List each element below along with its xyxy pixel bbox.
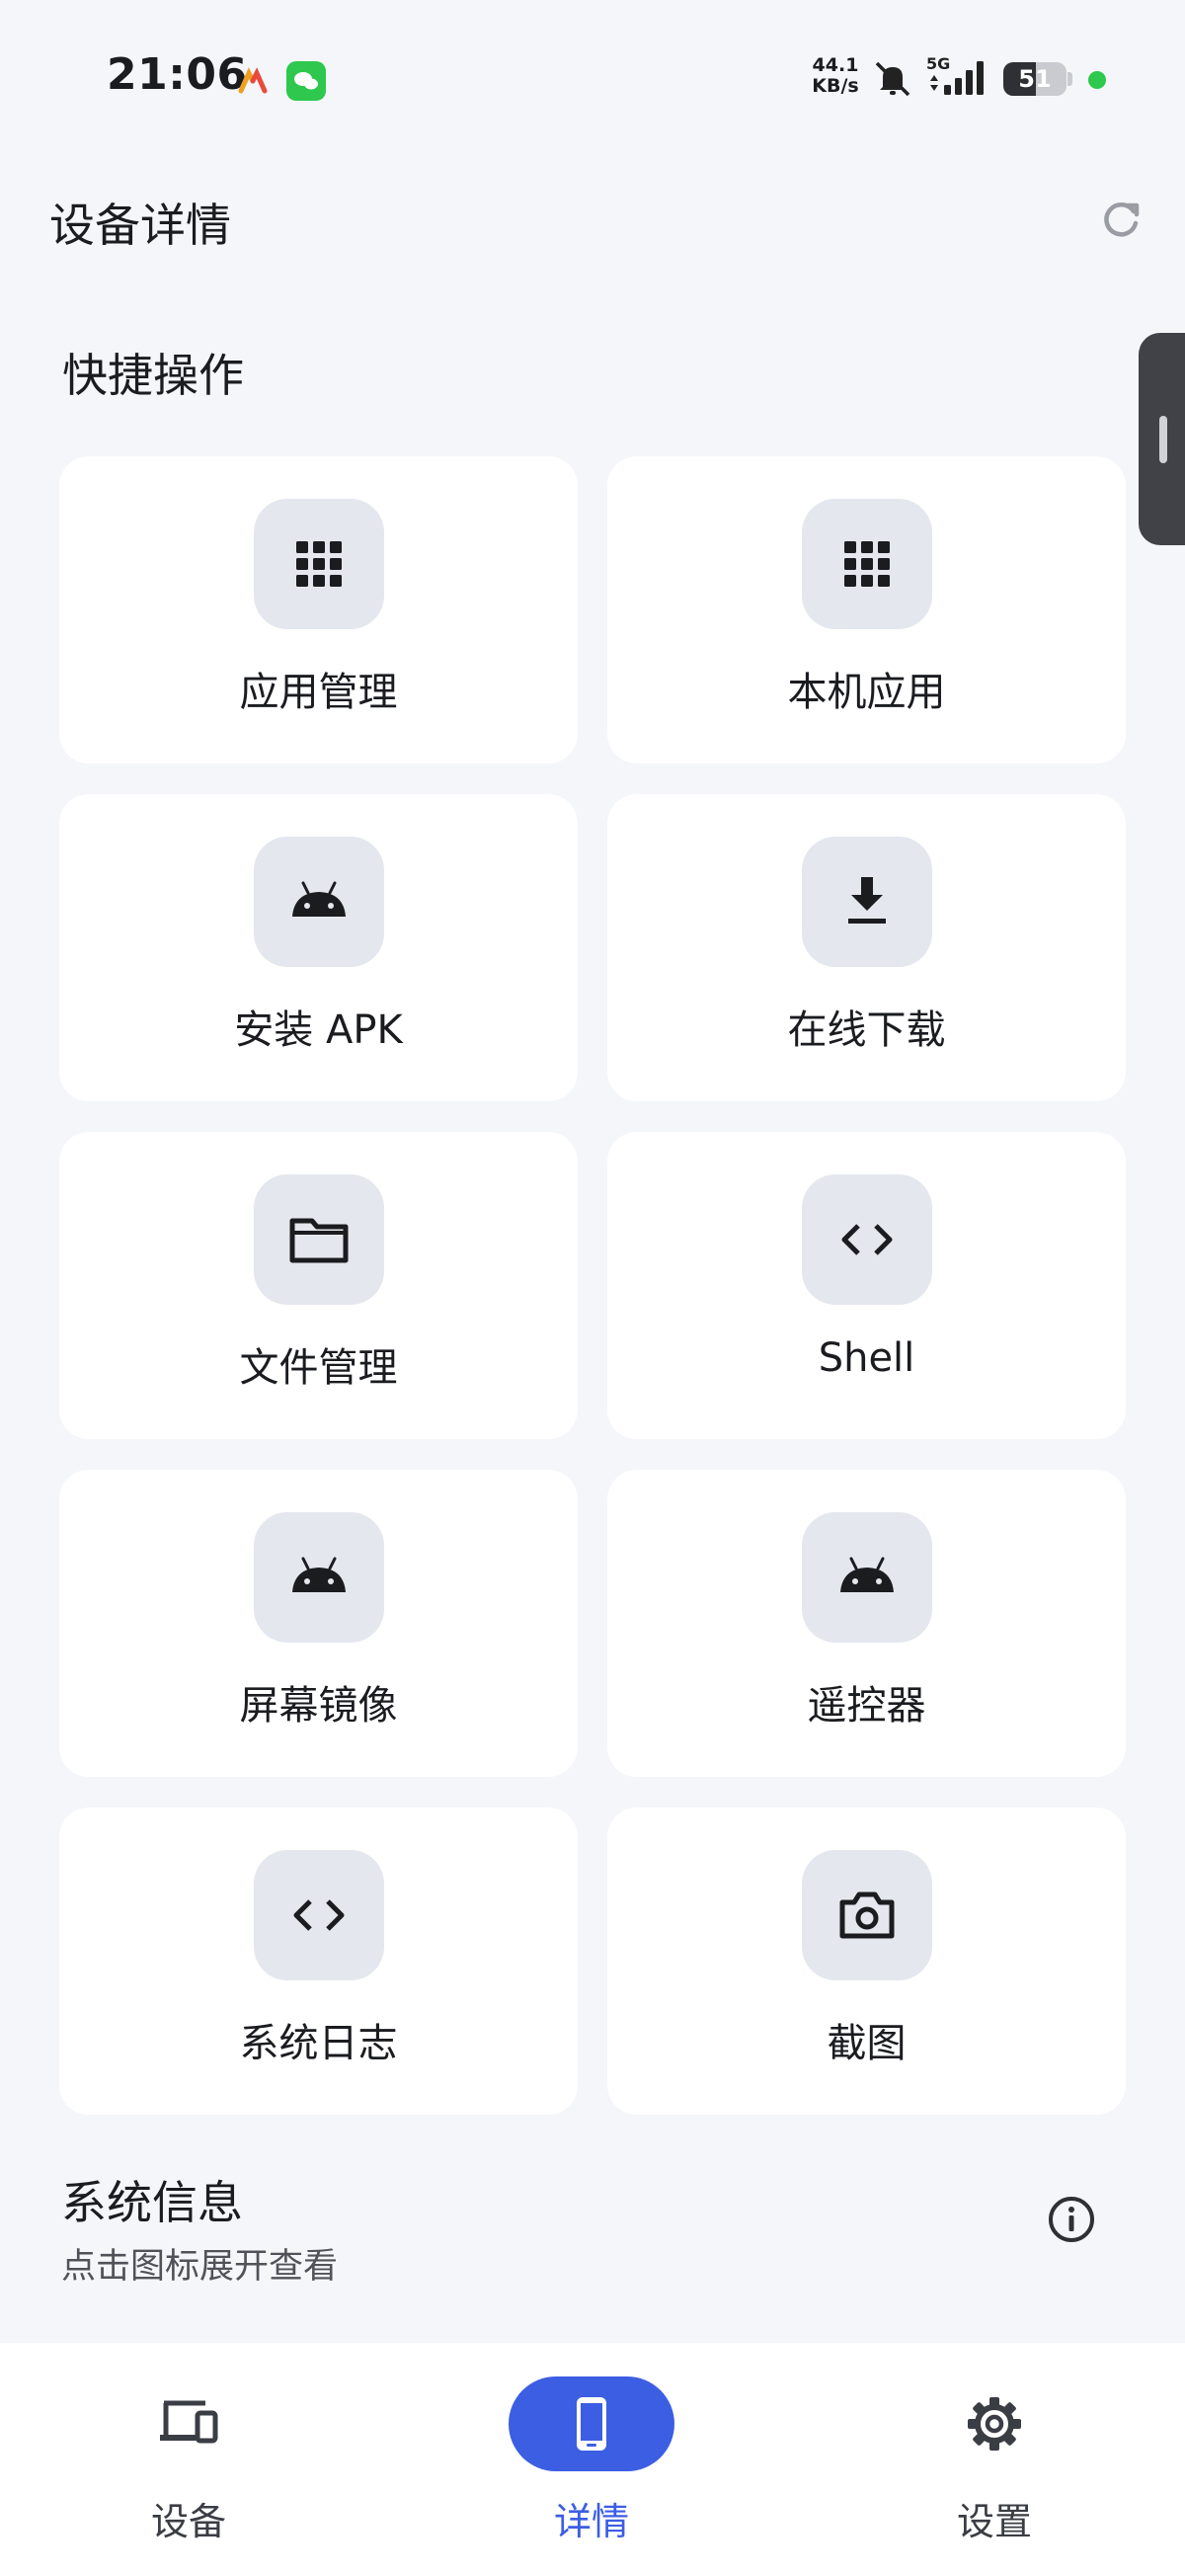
phone-icon [577, 2397, 606, 2451]
action-system-log[interactable]: 系统日志 [59, 1808, 578, 2115]
android-icon [292, 1557, 346, 1592]
page-title: 设备详情 [49, 199, 231, 252]
status-bar: 21:06 44.1 KB/s 5G 51 [0, 0, 1185, 158]
action-label: 屏幕镜像 [239, 1683, 398, 1729]
action-file-manage[interactable]: 文件管理 [59, 1132, 578, 1439]
camera-icon [839, 1892, 895, 1939]
wechat-icon [286, 61, 326, 101]
action-label: 在线下载 [787, 1007, 946, 1053]
android-icon [840, 1557, 894, 1592]
action-label: 本机应用 [787, 670, 946, 715]
action-app-manage[interactable]: 应用管理 [59, 456, 578, 764]
refresh-icon[interactable] [1098, 198, 1144, 243]
nav-item-devices[interactable]: 设备 [40, 2343, 337, 2576]
net-speed: 44.1 KB/s [808, 55, 863, 97]
net-speed-value: 44.1 [812, 54, 859, 76]
nav-label: 设置 [956, 2500, 1032, 2543]
side-drawer-handle[interactable] [1139, 333, 1185, 545]
nav-label: 设备 [150, 2500, 226, 2543]
devices-icon [160, 2400, 218, 2444]
nav-label: 详情 [553, 2500, 629, 2543]
bottom-navigation: 设备 详情 设置 [0, 2343, 1185, 2576]
folder-icon [289, 1218, 349, 1263]
quick-actions-grid: 应用管理 本机应用 安装 APK 在线下载 文件管理 Shell 屏幕镜像 遥控… [59, 456, 1126, 2115]
action-local-apps[interactable]: 本机应用 [607, 456, 1126, 764]
download-icon [848, 877, 886, 924]
info-icon[interactable] [1047, 2195, 1096, 2244]
code-icon [293, 1899, 345, 1931]
apps-grid-icon [296, 541, 342, 587]
battery-icon: 51 [1003, 62, 1066, 96]
action-label: 系统日志 [239, 2021, 398, 2066]
action-label: 应用管理 [239, 670, 398, 715]
mute-icon [875, 61, 910, 97]
action-shell[interactable]: Shell [607, 1132, 1126, 1439]
app-notification-icon [238, 67, 268, 94]
action-screen-mirror[interactable]: 屏幕镜像 [59, 1470, 578, 1777]
action-remote-control[interactable]: 遥控器 [607, 1470, 1126, 1777]
status-time: 21:06 [107, 49, 248, 100]
android-icon [292, 881, 346, 917]
quick-actions-title: 快捷操作 [62, 349, 244, 402]
nav-item-details[interactable]: 详情 [443, 2343, 740, 2576]
gear-icon [968, 2397, 1021, 2451]
nav-item-settings[interactable]: 设置 [846, 2343, 1143, 2576]
battery-level: 51 [1018, 65, 1052, 93]
action-label: 截图 [827, 2021, 907, 2066]
action-screenshot[interactable]: 截图 [607, 1808, 1126, 2115]
action-label: 安装 APK [234, 1007, 403, 1053]
action-label: 文件管理 [239, 1345, 398, 1391]
privacy-dot [1088, 71, 1106, 89]
system-info-section[interactable]: 系统信息 点击图标展开查看 [0, 2153, 1185, 2341]
net-speed-unit: KB/s [812, 75, 859, 97]
action-install-apk[interactable]: 安装 APK [59, 794, 578, 1101]
action-label: 遥控器 [807, 1683, 926, 1729]
system-info-subtitle: 点击图标展开查看 [61, 2247, 339, 2287]
action-label: Shell [818, 1335, 915, 1381]
apps-grid-icon [844, 541, 890, 587]
network-type: 5G [926, 54, 950, 73]
code-icon [841, 1224, 893, 1255]
action-online-download[interactable]: 在线下载 [607, 794, 1126, 1101]
system-info-title: 系统信息 [61, 2176, 243, 2229]
signal-icon: 5G [926, 54, 984, 95]
